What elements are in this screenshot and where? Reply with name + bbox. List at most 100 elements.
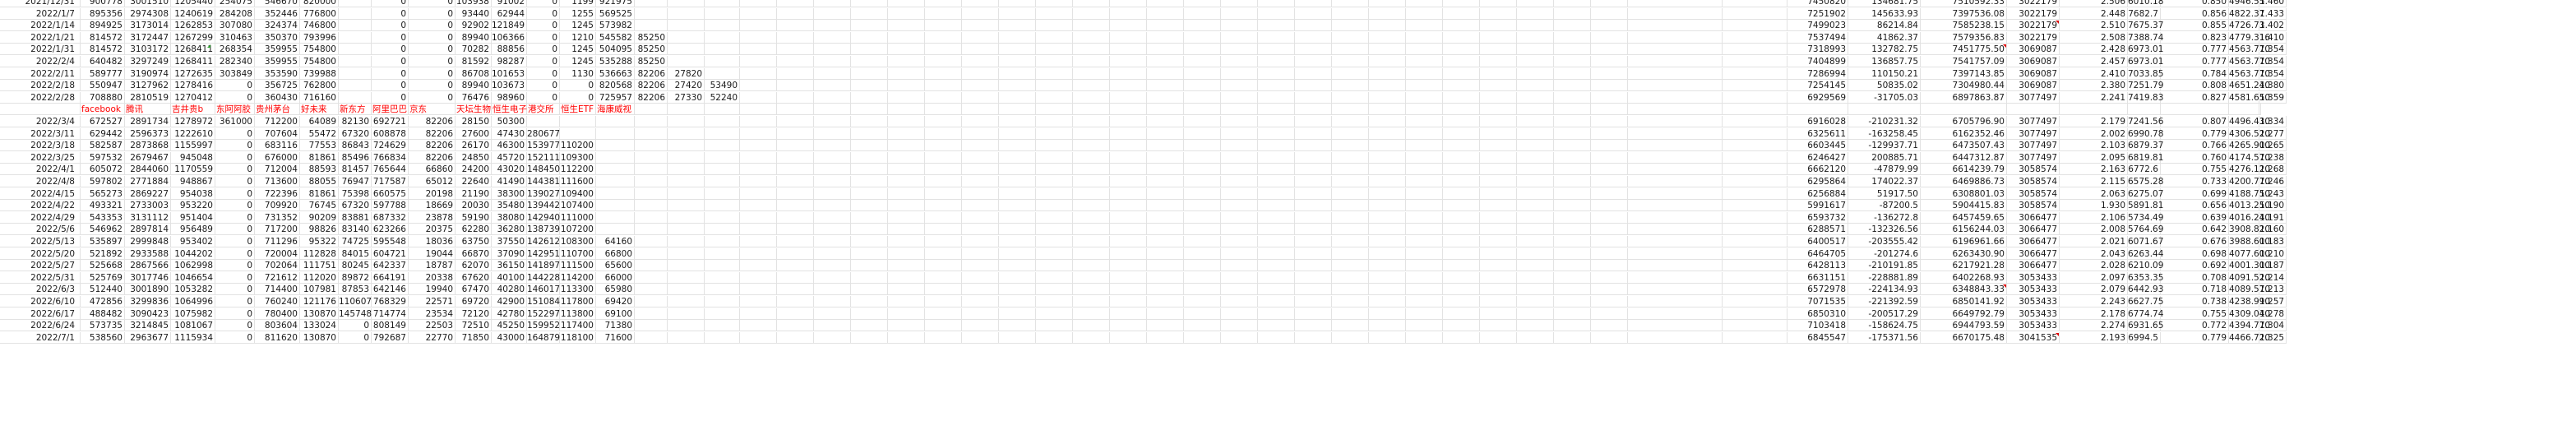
- table-cell[interactable]: 121849: [492, 20, 527, 32]
- table-cell[interactable]: 6627.75: [2128, 296, 2163, 307]
- table-cell[interactable]: 2869227: [125, 187, 171, 200]
- column-header-cell[interactable]: 好未来: [300, 104, 339, 116]
- table-cell[interactable]: [1332, 140, 1369, 152]
- table-cell[interactable]: [1073, 140, 1110, 152]
- table-cell[interactable]: 2.043: [2060, 247, 2128, 260]
- table-cell[interactable]: [1258, 140, 1295, 152]
- table-cell[interactable]: [777, 187, 814, 200]
- table-cell[interactable]: [814, 116, 851, 127]
- table-cell[interactable]: 1.246: [2259, 176, 2287, 187]
- table-cell[interactable]: [1036, 44, 1073, 56]
- table-cell[interactable]: 569525: [596, 7, 635, 20]
- table-cell[interactable]: 101653: [492, 67, 527, 80]
- table-cell[interactable]: 0: [215, 151, 255, 164]
- table-cell[interactable]: 26170: [456, 140, 492, 152]
- table-cell[interactable]: [1184, 187, 1221, 200]
- table-cell[interactable]: [1258, 0, 1295, 7]
- column-header-cell[interactable]: 吉井贵b: [171, 104, 215, 116]
- table-cell[interactable]: 642337: [372, 260, 409, 272]
- table-cell[interactable]: 3077497: [2007, 127, 2060, 140]
- table-cell[interactable]: [888, 44, 925, 56]
- table-cell[interactable]: [1723, 67, 1787, 80]
- table-cell[interactable]: [925, 236, 962, 247]
- table-cell[interactable]: [1110, 116, 1147, 127]
- table-cell[interactable]: [1036, 224, 1073, 236]
- table-cell[interactable]: 3127962: [125, 80, 171, 92]
- table-cell[interactable]: [1221, 247, 1258, 260]
- table-cell[interactable]: 1.359: [2259, 91, 2287, 104]
- table-cell[interactable]: 4077.600: [2229, 247, 2270, 260]
- table-cell[interactable]: 62944: [492, 7, 527, 20]
- table-cell[interactable]: [1628, 91, 1723, 104]
- table-cell[interactable]: 81861: [300, 187, 339, 200]
- table-cell[interactable]: [1517, 140, 1554, 152]
- table-cell[interactable]: 83140: [339, 224, 372, 236]
- table-cell[interactable]: 1.210: [2259, 247, 2287, 260]
- column-header-cell[interactable]: [1036, 104, 1073, 116]
- table-cell[interactable]: [1258, 296, 1295, 307]
- table-cell[interactable]: [1221, 20, 1258, 32]
- table-cell[interactable]: [888, 247, 925, 260]
- table-cell[interactable]: 45720: [492, 151, 527, 164]
- table-cell[interactable]: [339, 31, 372, 44]
- table-cell[interactable]: 64160: [596, 236, 635, 247]
- table-cell[interactable]: [925, 284, 962, 296]
- table-cell[interactable]: [1406, 247, 1443, 260]
- table-cell[interactable]: 20198: [409, 187, 456, 200]
- table-cell[interactable]: [1628, 224, 1723, 236]
- table-cell[interactable]: [814, 151, 851, 164]
- table-cell[interactable]: [814, 164, 851, 176]
- table-cell[interactable]: [851, 211, 888, 224]
- table-cell[interactable]: -87200.5: [1848, 200, 1921, 212]
- table-cell[interactable]: [1517, 284, 1554, 296]
- table-cell[interactable]: 18669: [409, 200, 456, 212]
- table-cell[interactable]: 6156244.03: [1921, 224, 2007, 236]
- table-cell[interactable]: [1221, 211, 1258, 224]
- table-cell[interactable]: [668, 331, 705, 344]
- table-cell[interactable]: [1443, 44, 1480, 56]
- table-cell[interactable]: 1267299: [171, 31, 215, 44]
- table-cell[interactable]: [1332, 56, 1369, 67]
- table-cell[interactable]: [1110, 296, 1147, 307]
- table-cell[interactable]: 67620: [456, 271, 492, 284]
- table-cell[interactable]: 2.241: [2060, 91, 2128, 104]
- table-cell[interactable]: [962, 331, 999, 344]
- column-header-cell[interactable]: 京东: [409, 104, 456, 116]
- table-cell[interactable]: -175371.56: [1848, 331, 1921, 344]
- table-cell[interactable]: [1628, 80, 1723, 92]
- table-cell[interactable]: [668, 320, 705, 332]
- table-cell[interactable]: 83881: [339, 211, 372, 224]
- column-header-cell[interactable]: [1848, 104, 1921, 116]
- column-header-cell[interactable]: [1110, 104, 1147, 116]
- table-cell[interactable]: 4174.570: [2229, 151, 2270, 164]
- table-cell[interactable]: 0: [527, 67, 560, 80]
- table-cell[interactable]: [814, 247, 851, 260]
- table-cell[interactable]: 130870: [300, 331, 339, 344]
- table-cell[interactable]: [1517, 7, 1554, 20]
- table-cell[interactable]: 36150: [492, 260, 527, 272]
- table-cell[interactable]: [962, 91, 999, 104]
- table-cell[interactable]: [1628, 151, 1723, 164]
- table-cell[interactable]: 6994.5: [2128, 331, 2161, 344]
- table-cell[interactable]: [1110, 7, 1147, 20]
- table-cell[interactable]: 573982: [596, 20, 635, 32]
- table-cell[interactable]: [1406, 224, 1443, 236]
- table-cell[interactable]: 310463: [215, 31, 255, 44]
- table-cell[interactable]: [596, 127, 635, 140]
- table-cell[interactable]: [1295, 296, 1332, 307]
- table-cell[interactable]: [1480, 176, 1517, 187]
- table-cell[interactable]: 2.448: [2060, 7, 2128, 20]
- table-cell[interactable]: 0.676: [2161, 236, 2229, 247]
- table-cell[interactable]: [851, 0, 888, 7]
- table-cell[interactable]: 24200: [456, 164, 492, 176]
- column-header-cell[interactable]: 恒生ETF: [560, 104, 596, 116]
- table-cell[interactable]: 1255: [560, 7, 596, 20]
- table-cell[interactable]: 660575: [372, 187, 409, 200]
- table-cell[interactable]: 1272635: [171, 67, 215, 80]
- table-cell[interactable]: 6973.01: [2128, 44, 2163, 56]
- table-cell[interactable]: [1221, 176, 1258, 187]
- table-cell[interactable]: 3066477: [2007, 260, 2060, 272]
- table-cell[interactable]: [999, 116, 1036, 127]
- table-cell[interactable]: 6308801.03: [1921, 187, 2007, 200]
- table-cell[interactable]: [1073, 200, 1110, 212]
